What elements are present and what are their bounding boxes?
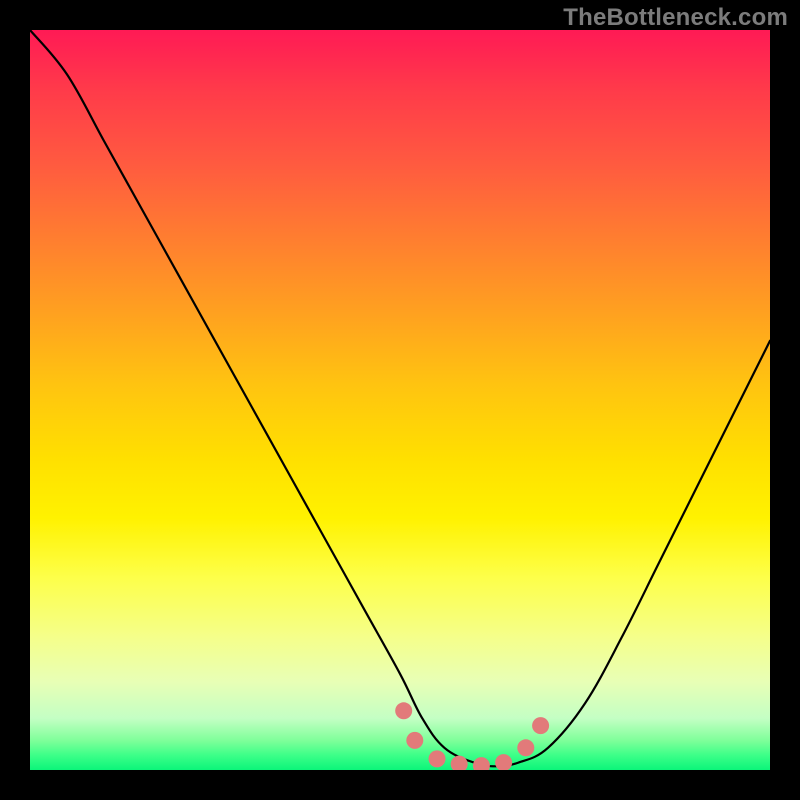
optimal-marker	[517, 739, 534, 756]
watermark-text: TheBottleneck.com	[563, 4, 788, 32]
optimal-marker	[473, 757, 490, 770]
optimal-marker	[532, 717, 549, 734]
chart-plot-area	[30, 30, 770, 770]
chart-svg	[30, 30, 770, 770]
optimal-marker	[406, 732, 423, 749]
optimal-marker	[429, 750, 446, 767]
optimal-marker	[395, 702, 412, 719]
bottleneck-curve	[30, 30, 770, 766]
optimal-marker	[451, 756, 468, 770]
chart-frame: TheBottleneck.com	[0, 0, 800, 800]
optimal-marker	[495, 754, 512, 770]
